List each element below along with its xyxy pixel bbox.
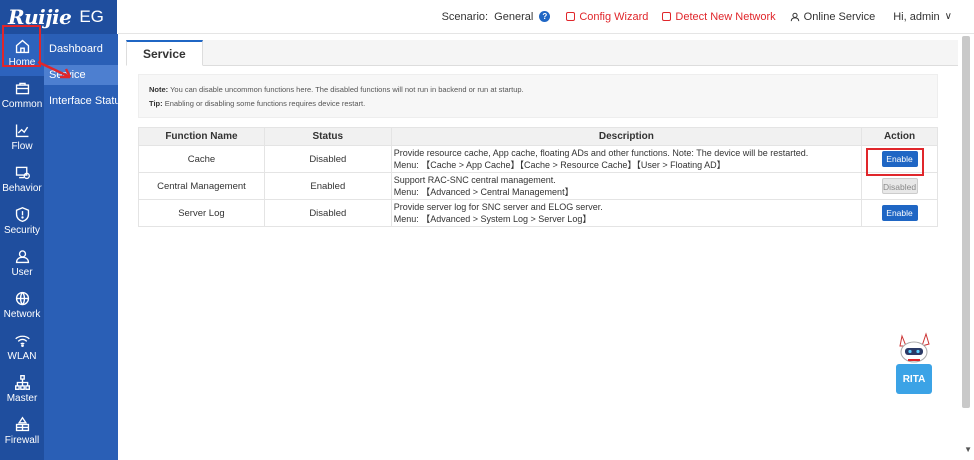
table-row: Server Log Disabled Provide server log f… xyxy=(138,199,938,227)
table-header-row: Function Name Status Description Action xyxy=(138,127,938,146)
wizard-icon xyxy=(566,12,576,21)
rail-label: Master xyxy=(6,393,38,404)
rail-label: Behavior xyxy=(2,183,42,194)
chevron-down-icon: ∨ xyxy=(944,11,952,22)
action-cell: Enable xyxy=(861,199,938,227)
main-content: Service Note: You can disable uncommon f… xyxy=(126,40,958,460)
user-menu[interactable]: Hi, admin ∨ xyxy=(893,11,952,23)
function-name: Central Management xyxy=(138,172,265,200)
enable-button[interactable]: Enable xyxy=(881,205,918,221)
description-cell: Provide server log for SNC server and EL… xyxy=(390,199,863,227)
description-cell: Provide resource cache, App cache, float… xyxy=(390,145,863,173)
description-line: Provide resource cache, App cache, float… xyxy=(393,148,809,158)
rail-item-security[interactable]: Security xyxy=(0,202,44,244)
online-service-label: Online Service xyxy=(803,10,876,23)
service-table: Function Name Status Description Action … xyxy=(138,127,938,227)
scenario-label: Scenario: General xyxy=(441,10,534,23)
action-cell: Disabled xyxy=(861,172,938,200)
menu-path-line: Menu: 【Advanced > Central Management】 xyxy=(393,187,574,197)
device-model: EG xyxy=(79,7,104,26)
tip-text: Enabling or disabling some functions req… xyxy=(162,99,366,108)
person-icon xyxy=(790,12,799,21)
globe-icon xyxy=(15,291,29,306)
note-line: Note: You can disable uncommon functions… xyxy=(149,83,927,97)
firewall-icon xyxy=(15,416,29,432)
note-text: You can disable uncommon functions here.… xyxy=(168,85,524,94)
menu-path-line: Menu: 【Advanced > System Log > Server Lo… xyxy=(393,214,592,224)
help-icon[interactable]: ? xyxy=(539,11,551,22)
user-icon xyxy=(15,250,29,264)
rail-item-firewall[interactable]: Firewall xyxy=(0,412,44,454)
shield-icon xyxy=(15,206,29,223)
status-badge: Enabled xyxy=(263,172,392,200)
rail-item-wlan[interactable]: WLAN xyxy=(0,328,44,370)
rail-label: Common xyxy=(1,99,43,110)
tip-line: Tip: Enabling or disabling some function… xyxy=(149,97,927,111)
col-status: Status xyxy=(263,127,392,146)
function-name: Cache xyxy=(138,145,265,173)
rail-item-behavior[interactable]: Behavior xyxy=(0,160,44,202)
subnav-item-interface-status[interactable]: Interface Status xyxy=(44,87,126,115)
sub-nav: Dashboard Service Interface Status xyxy=(44,34,126,460)
rail-label: User xyxy=(11,267,33,278)
rail-item-common[interactable]: Common xyxy=(0,76,44,118)
config-wizard-link[interactable]: Config Wizard xyxy=(566,11,648,23)
col-function-name: Function Name xyxy=(138,127,265,146)
detect-network-link[interactable]: Detect New Network xyxy=(662,10,776,23)
rail-label: WLAN xyxy=(7,351,37,362)
menu-path-line: Menu: 【Cache > App Cache】【Cache > Resour… xyxy=(393,160,726,170)
vertical-scrollbar[interactable] xyxy=(962,36,970,408)
rita-assistant[interactable]: RITA xyxy=(890,326,940,396)
function-name: Server Log xyxy=(138,199,265,227)
config-wizard-label: Config Wizard xyxy=(579,10,649,23)
rail-item-master[interactable]: Master xyxy=(0,370,44,412)
table-row: Central Management Enabled Support RAC-S… xyxy=(138,172,938,200)
rail-item-network[interactable]: Network xyxy=(0,286,44,328)
tab-bar: Service xyxy=(126,40,958,66)
rail-label: Flow xyxy=(11,141,33,152)
robot-mascot-icon xyxy=(899,332,930,363)
detect-icon xyxy=(662,12,672,21)
scroll-down-arrow-icon[interactable]: ▼ xyxy=(964,445,972,454)
top-bar: Scenario: General ? Config Wizard Detect… xyxy=(118,0,974,34)
tab-service[interactable]: Service xyxy=(126,40,203,66)
briefcase-icon xyxy=(15,82,29,95)
detect-network-label: Detect New Network xyxy=(675,10,776,23)
description-line: Support RAC-SNC central management. xyxy=(393,175,556,185)
description-cell: Support RAC-SNC central management. Menu… xyxy=(390,172,863,200)
topology-icon xyxy=(14,375,30,390)
disabled-button[interactable]: Disabled xyxy=(881,178,918,194)
subnav-item-dashboard[interactable]: Dashboard xyxy=(44,35,118,63)
behavior-icon xyxy=(15,166,30,180)
rail-label: Security xyxy=(3,225,41,236)
tip-label: Tip: xyxy=(149,99,163,108)
status-badge: Disabled xyxy=(263,199,392,227)
col-description: Description xyxy=(390,127,863,146)
description-line: Provide server log for SNC server and EL… xyxy=(393,202,603,212)
col-action: Action xyxy=(861,127,938,146)
wifi-icon xyxy=(14,335,30,347)
note-label: Note: xyxy=(149,85,169,94)
rail-item-user[interactable]: User xyxy=(0,244,44,286)
user-greeting: Hi, admin xyxy=(893,10,940,23)
online-service-link[interactable]: Online Service xyxy=(790,10,876,23)
rita-label: RITA xyxy=(896,364,932,394)
table-row: Cache Disabled Provide resource cache, A… xyxy=(138,145,938,173)
note-box: Note: You can disable uncommon functions… xyxy=(138,74,938,118)
pointer-arrow xyxy=(37,60,72,79)
chart-icon xyxy=(15,124,28,138)
rail-item-flow[interactable]: Flow xyxy=(0,118,44,160)
scenario-selector[interactable]: Scenario: General ? xyxy=(442,11,551,23)
enable-highlight-box xyxy=(866,148,924,176)
main-nav-rail: Home Common Flow Behavior Security User … xyxy=(0,34,44,460)
rail-label: Network xyxy=(3,309,41,320)
rail-label: Firewall xyxy=(4,435,40,446)
status-badge: Disabled xyxy=(263,145,392,173)
